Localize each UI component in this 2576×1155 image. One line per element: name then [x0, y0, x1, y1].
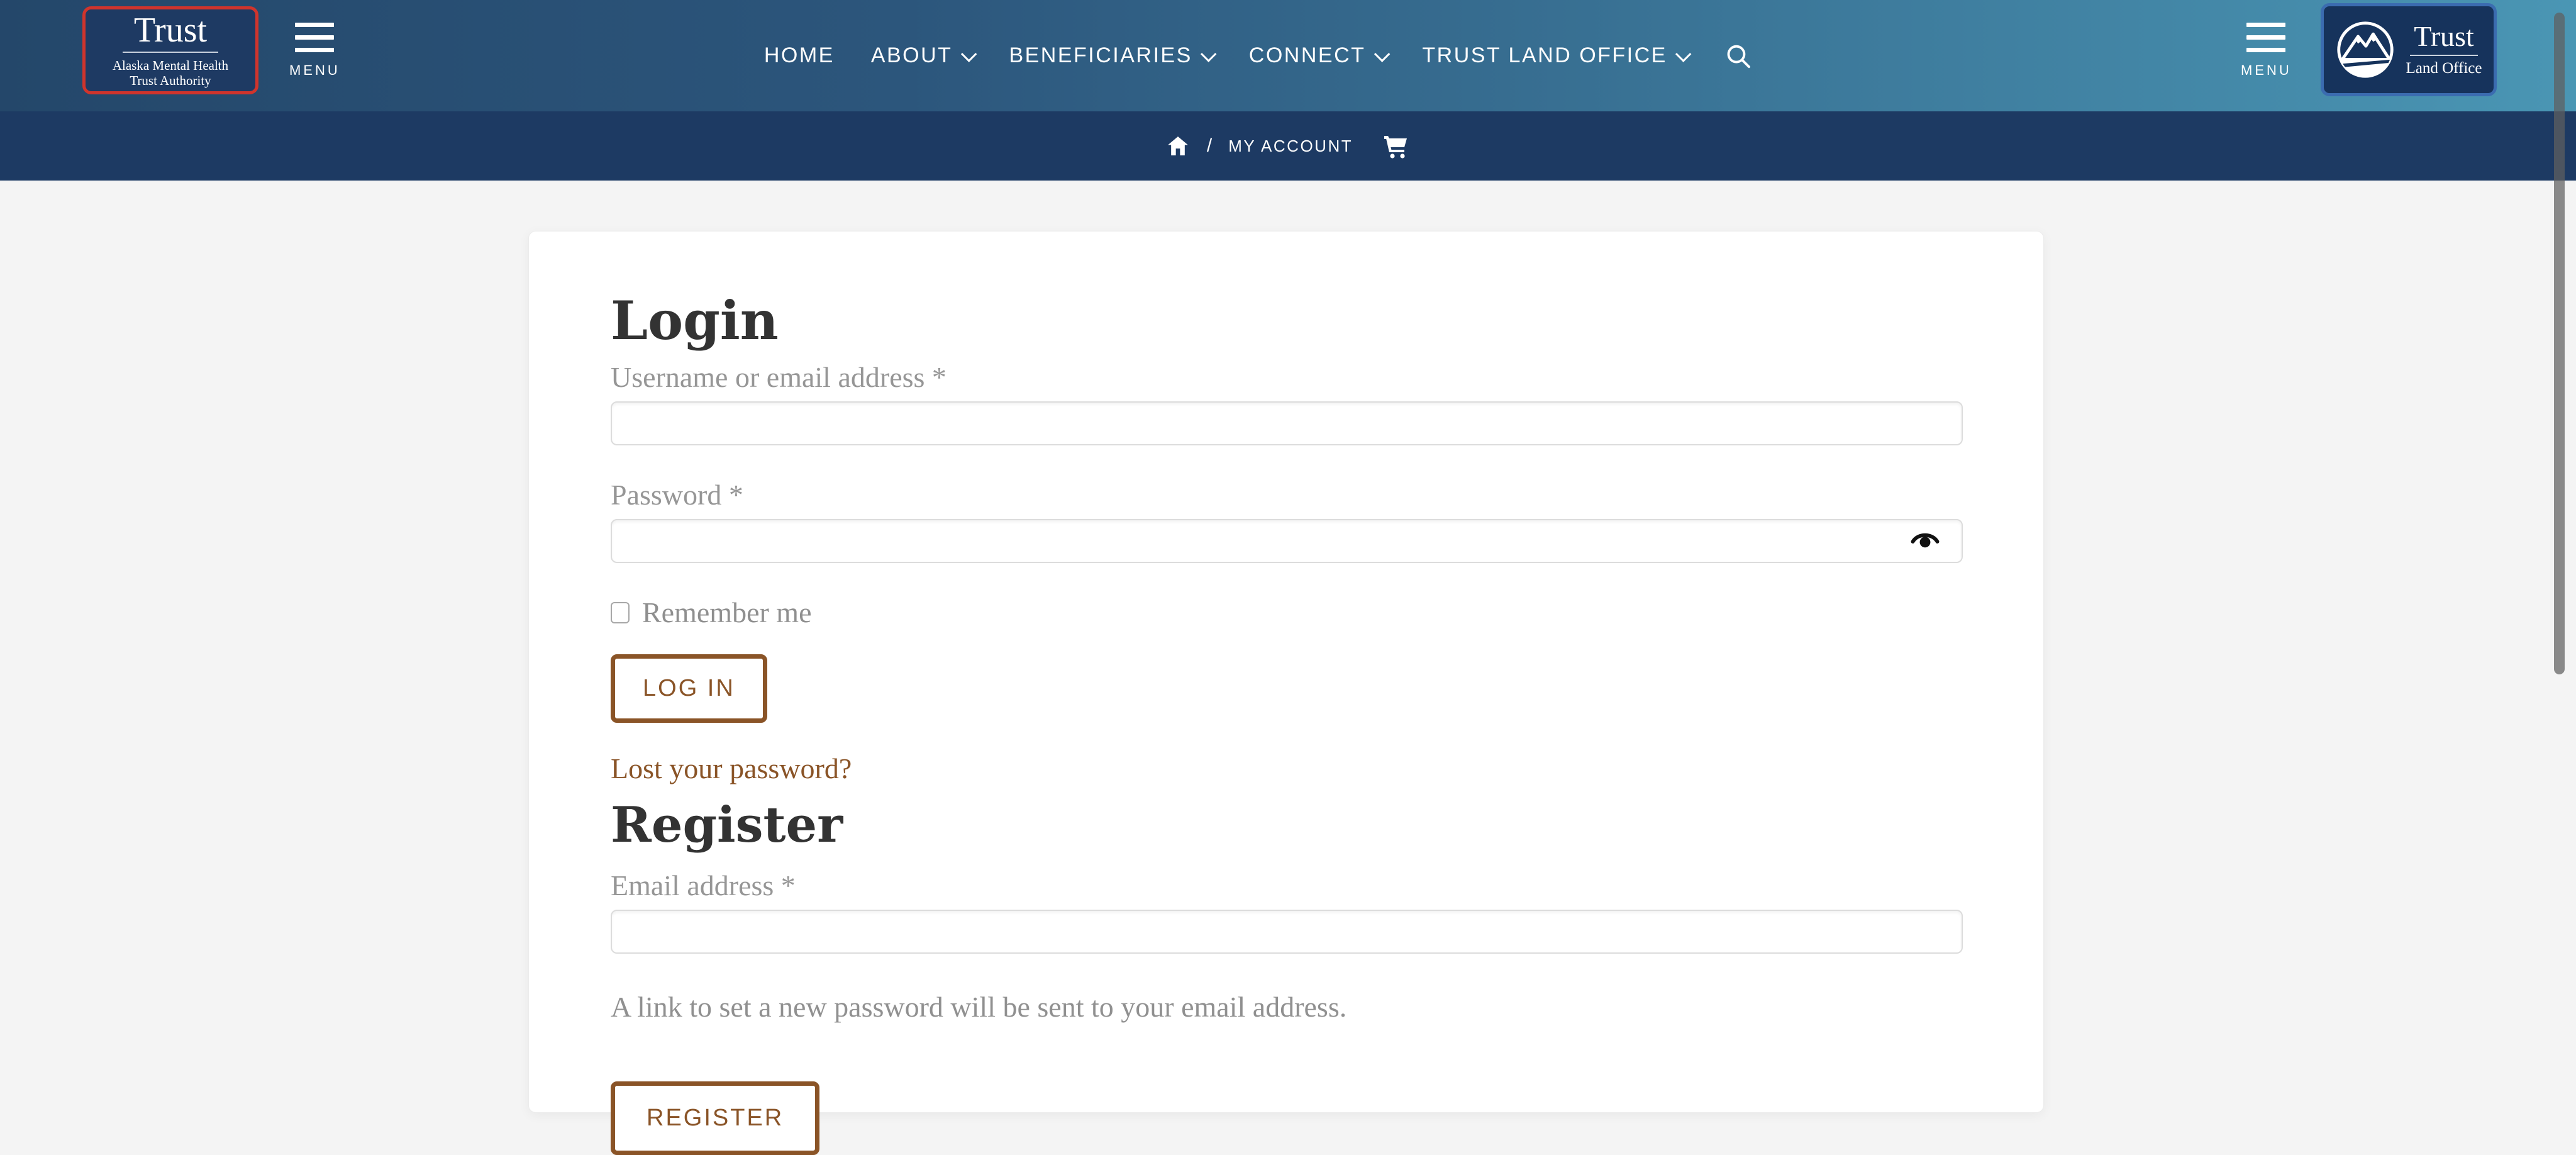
menu-button-label: MENU	[289, 62, 340, 79]
chevron-down-icon	[1675, 46, 1691, 62]
lost-password-link[interactable]: Lost your password?	[611, 752, 852, 785]
top-navigation-bar: Trust Alaska Mental Health Trust Authori…	[0, 0, 2576, 111]
menu-button-label: MENU	[2241, 62, 2292, 79]
password-label: Password *	[611, 478, 1962, 511]
home-icon	[1165, 133, 1191, 159]
scrollbar-thumb[interactable]	[2554, 13, 2565, 674]
username-label: Username or email address *	[611, 360, 1962, 394]
login-heading: Login	[611, 291, 1962, 350]
password-input[interactable]	[611, 519, 1963, 563]
trust-authority-logo-subtitle: Alaska Mental Health Trust Authority	[113, 58, 228, 88]
register-note: A link to set a new password will be sen…	[611, 990, 1962, 1024]
trust-land-office-logo-title: Trust	[2410, 22, 2477, 56]
chevron-down-icon	[1374, 46, 1389, 62]
mountain-logo-icon	[2335, 20, 2396, 80]
remember-me-label: Remember me	[642, 596, 812, 629]
hamburger-icon	[295, 23, 334, 52]
nav-item-about[interactable]: ABOUT	[871, 43, 973, 68]
nav-item-connect[interactable]: CONNECT	[1249, 43, 1386, 68]
primary-nav: HOME ABOUT BENEFICIARIES CONNECT TRUST L…	[764, 0, 1753, 111]
account-card: Login Username or email address * Passwo…	[528, 231, 2044, 1113]
email-input[interactable]	[611, 910, 1963, 954]
trust-land-office-logo-subtitle: Land Office	[2406, 60, 2482, 77]
menu-button-left[interactable]: MENU	[289, 23, 340, 79]
eye-icon	[1909, 528, 1941, 555]
breadcrumb-current-page: MY ACCOUNT	[1228, 137, 1353, 156]
nav-item-beneficiaries[interactable]: BENEFICIARIES	[1009, 43, 1212, 68]
email-label: Email address *	[611, 869, 1962, 902]
trust-authority-logo-title: Trust	[123, 13, 218, 53]
remember-me-checkbox[interactable]	[611, 602, 630, 623]
remember-me-row: Remember me	[611, 596, 1962, 629]
password-field-wrapper	[611, 519, 1963, 563]
log-in-button[interactable]: LOG IN	[611, 654, 767, 723]
nav-item-trust-land-office[interactable]: TRUST LAND OFFICE	[1422, 43, 1687, 68]
cart-link[interactable]	[1380, 131, 1411, 161]
cart-icon	[1380, 131, 1411, 161]
chevron-down-icon	[1201, 46, 1216, 62]
breadcrumb-home-link[interactable]	[1165, 133, 1191, 159]
nav-item-home[interactable]: HOME	[764, 43, 835, 68]
menu-button-right[interactable]: MENU	[2241, 23, 2292, 79]
search-icon	[1724, 42, 1753, 70]
register-heading: Register	[611, 798, 1962, 852]
trust-land-office-logo[interactable]: Trust Land Office	[2321, 3, 2497, 96]
breadcrumb-separator: /	[1207, 135, 1212, 157]
search-button[interactable]	[1724, 42, 1753, 70]
username-input[interactable]	[611, 401, 1963, 445]
show-password-toggle[interactable]	[1909, 528, 1941, 555]
chevron-down-icon	[961, 46, 977, 62]
breadcrumb: / MY ACCOUNT	[0, 111, 2576, 181]
hamburger-icon	[2246, 23, 2285, 52]
trust-authority-logo[interactable]: Trust Alaska Mental Health Trust Authori…	[82, 6, 258, 94]
